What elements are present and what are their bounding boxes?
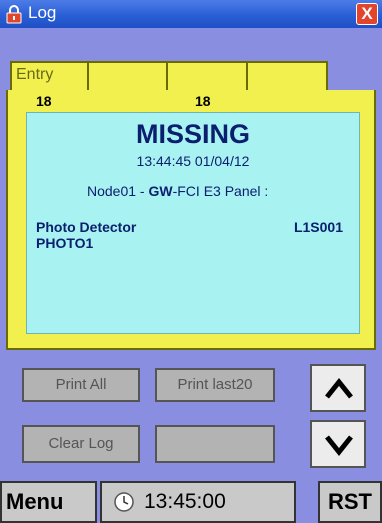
window-title: Log (28, 3, 57, 22)
tab-4[interactable] (247, 61, 328, 92)
clock-icon (114, 492, 134, 512)
clock-time: 13:45:00 (144, 490, 226, 513)
clear-log-button[interactable]: Clear Log (22, 425, 140, 463)
log-entry-card: MISSING 13:44:45 01/04/12 Node01 - GW-FC… (26, 112, 360, 334)
tab-2[interactable] (88, 61, 167, 92)
entry-index: 18 (36, 93, 52, 109)
print-last20-button[interactable]: Print last20 (155, 368, 275, 402)
node-prefix: Node01 - (87, 183, 149, 199)
node-description: Node01 - GW-FCI E3 Panel : (87, 183, 268, 199)
scroll-up-button[interactable] (310, 364, 366, 412)
event-timestamp: 13:44:45 01/04/12 (136, 153, 250, 169)
device-type: Photo Detector (36, 219, 137, 235)
lock-icon (6, 5, 22, 24)
scroll-down-button[interactable] (310, 420, 366, 468)
blank-button[interactable] (155, 425, 275, 463)
tab-entry[interactable]: Entry (10, 61, 88, 92)
device-label: PHOTO1 (36, 235, 94, 251)
bottom-bar: Menu 13:45:00 RST (0, 481, 382, 523)
menu-button[interactable]: Menu (0, 481, 97, 523)
reset-button[interactable]: RST (318, 481, 382, 523)
arrow-down-icon (325, 435, 353, 457)
event-status: MISSING (135, 119, 250, 149)
clock-display: 13:45:00 (100, 481, 296, 523)
node-gateway: GW (148, 183, 173, 199)
entry-total: 18 (195, 93, 211, 109)
tab-bar: Entry (10, 61, 328, 92)
title-bar: Log X (0, 0, 382, 28)
log-panel: 18 18 MISSING 13:44:45 01/04/12 Node01 -… (6, 90, 376, 350)
print-all-button[interactable]: Print All (22, 368, 140, 402)
tab-3[interactable] (167, 61, 247, 92)
arrow-up-icon (325, 377, 353, 399)
node-suffix: -FCI E3 Panel : (172, 183, 269, 199)
close-button[interactable]: X (356, 3, 378, 25)
device-address: L1S001 (293, 219, 343, 235)
